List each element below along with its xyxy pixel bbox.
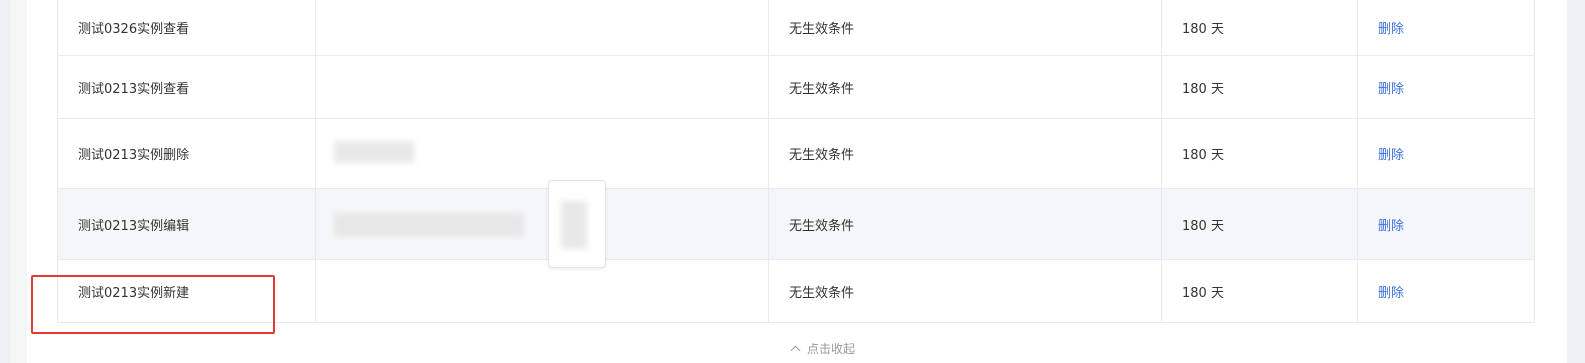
chevron-up-icon — [790, 345, 801, 356]
condition-text: 无生效条件 — [789, 285, 855, 301]
condition-cell: 无生效条件 — [769, 189, 1162, 259]
duration-cell: 180 天 — [1162, 56, 1358, 118]
condition-text: 无生效条件 — [789, 148, 855, 163]
delete-link[interactable]: 删除 — [1378, 18, 1404, 37]
left-gutter — [0, 0, 10, 363]
instance-name: 测试0213实例查看 — [78, 81, 190, 97]
delete-link[interactable]: 删除 — [1378, 78, 1404, 97]
instance-name-cell: 测试0326实例查看 — [58, 0, 316, 55]
annotation-highlight-box — [31, 275, 275, 334]
duration-cell: 180 天 — [1162, 189, 1358, 259]
instance-name: 测试0213实例删除 — [78, 148, 190, 163]
duration-cell: 180 天 — [1162, 119, 1358, 188]
instance-name: 测试0213实例编辑 — [78, 218, 190, 234]
duration-text: 180 天 — [1182, 148, 1224, 163]
table-row: 测试0213实例删除 无生效条件 180 天 删除 — [58, 119, 1534, 189]
condition-cell: 无生效条件 — [769, 0, 1162, 55]
duration-text: 180 天 — [1182, 22, 1224, 37]
collapse-label: 点击收起 — [807, 342, 856, 356]
duration-cell: 180 天 — [1162, 0, 1358, 55]
delete-link[interactable]: 删除 — [1378, 144, 1404, 163]
right-scroll-gutter[interactable] — [1567, 0, 1585, 363]
empty-cell — [316, 0, 769, 55]
delete-link[interactable]: 删除 — [1378, 282, 1404, 301]
redacted-block — [561, 201, 587, 249]
action-cell: 删除 — [1358, 260, 1534, 322]
table-row: 测试0213实例新建 无生效条件 180 天 删除 — [58, 260, 1534, 323]
condition-cell: 无生效条件 — [769, 119, 1162, 188]
instance-name-cell: 测试0213实例删除 — [58, 119, 316, 188]
duration-text: 180 天 — [1182, 218, 1224, 234]
delete-link[interactable]: 删除 — [1378, 215, 1404, 234]
redacted-block — [334, 141, 414, 163]
tooltip-popup — [548, 180, 606, 268]
instance-name-cell: 测试0213实例编辑 — [58, 189, 316, 259]
action-cell: 删除 — [1358, 189, 1534, 259]
instance-name: 测试0326实例查看 — [78, 22, 190, 37]
redacted-block — [334, 213, 524, 237]
duration-cell: 180 天 — [1162, 260, 1358, 322]
blurred-content-cell — [316, 189, 769, 259]
condition-cell: 无生效条件 — [769, 56, 1162, 118]
permissions-table: 测试0326实例查看 无生效条件 180 天 删除 测试0213实例查看 无生效… — [57, 0, 1535, 323]
empty-cell — [316, 260, 769, 322]
condition-cell: 无生效条件 — [769, 260, 1162, 322]
table-row: 测试0326实例查看 无生效条件 180 天 删除 — [58, 0, 1534, 56]
duration-text: 180 天 — [1182, 81, 1224, 97]
action-cell: 删除 — [1358, 56, 1534, 118]
action-cell: 删除 — [1358, 0, 1534, 55]
blurred-content-cell — [316, 119, 769, 188]
condition-text: 无生效条件 — [789, 81, 855, 97]
condition-text: 无生效条件 — [789, 218, 855, 234]
condition-text: 无生效条件 — [789, 22, 855, 37]
instance-name-cell: 测试0213实例查看 — [58, 56, 316, 118]
table-row: 测试0213实例查看 无生效条件 180 天 删除 — [58, 56, 1534, 119]
table-row-hovered: 测试0213实例编辑 无生效条件 180 天 删除 — [58, 189, 1534, 260]
action-cell: 删除 — [1358, 119, 1534, 188]
empty-cell — [316, 56, 769, 118]
collapse-toggle[interactable]: 点击收起 — [790, 340, 856, 357]
duration-text: 180 天 — [1182, 285, 1224, 301]
